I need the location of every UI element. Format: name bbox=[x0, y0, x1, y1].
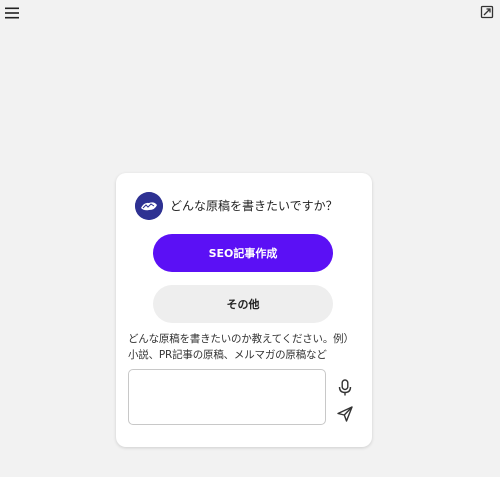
send-icon bbox=[337, 406, 353, 422]
expand-button[interactable] bbox=[480, 4, 494, 19]
assistant-avatar-icon bbox=[135, 192, 163, 220]
message-input[interactable] bbox=[128, 369, 326, 425]
send-button[interactable] bbox=[336, 405, 354, 423]
assistant-avatar bbox=[135, 192, 163, 220]
chat-card: どんな原稿を書きたいですか？ SEO記事作成 その他 どんな原稿を書きたいのか教… bbox=[116, 173, 372, 447]
assistant-greeting: どんな原稿を書きたいですか？ bbox=[170, 199, 338, 213]
instruction-text: どんな原稿を書きたいのか教えてください。例）小説、PR記事の原稿、メルマガの原稿… bbox=[128, 333, 354, 361]
expand-window-icon bbox=[480, 5, 494, 19]
microphone-icon bbox=[338, 379, 352, 396]
microphone-button[interactable] bbox=[337, 379, 353, 397]
menu-button[interactable] bbox=[4, 5, 20, 21]
hamburger-menu-icon bbox=[5, 7, 19, 19]
other-option-button[interactable]: その他 bbox=[153, 285, 333, 323]
seo-article-button[interactable]: SEO記事作成 bbox=[153, 234, 333, 272]
